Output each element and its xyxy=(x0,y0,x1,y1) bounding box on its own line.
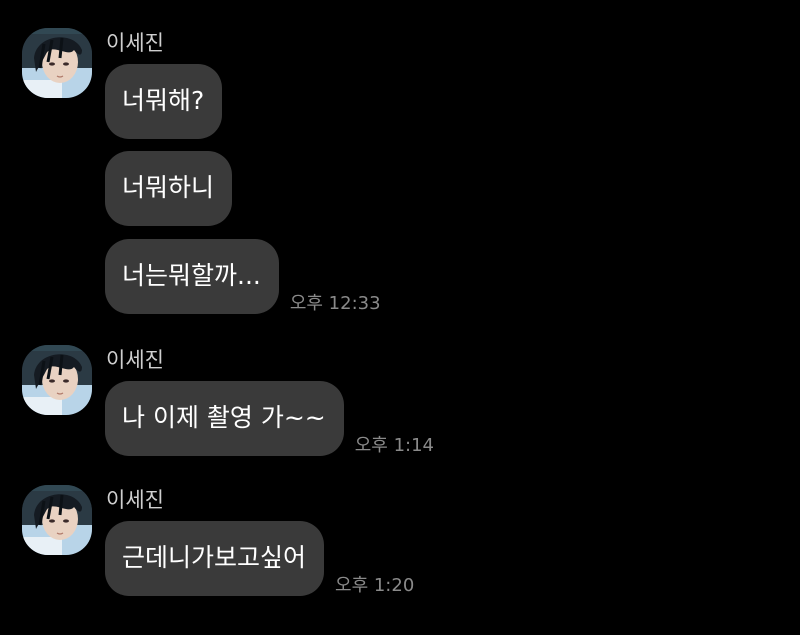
message-bubble[interactable]: 너는뭐할까... xyxy=(105,239,279,314)
message-timestamp: 오후 1:14 xyxy=(354,435,435,456)
message-timestamp: 오후 12:33 xyxy=(289,293,381,314)
sender-name: 이세진 xyxy=(106,31,164,55)
profile-photo-icon xyxy=(22,28,92,98)
message-row: 너뭐하니 xyxy=(105,151,233,226)
avatar[interactable] xyxy=(22,485,92,555)
sender-name: 이세진 xyxy=(106,348,164,372)
profile-photo-icon xyxy=(22,345,92,415)
message-row: 너뭐해? xyxy=(105,64,223,139)
message-timestamp: 오후 1:20 xyxy=(335,575,415,596)
avatar[interactable] xyxy=(22,28,92,98)
message-bubble[interactable]: 나 이제 촬영 가~~ xyxy=(105,381,344,456)
message-row: 너는뭐할까... 오후 12:33 xyxy=(105,239,381,314)
message-row: 나 이제 촬영 가~~ 오후 1:14 xyxy=(105,381,434,456)
profile-photo-icon xyxy=(22,485,92,555)
message-bubble[interactable]: 너뭐하니 xyxy=(105,151,233,226)
message-bubble[interactable]: 근데니가보고싶어 xyxy=(105,521,325,596)
sender-name: 이세진 xyxy=(106,488,164,512)
message-row: 근데니가보고싶어 오후 1:20 xyxy=(105,521,414,596)
chat-view: 이세진 너뭐해? 너뭐하니 너는뭐할까... 오후 12:33 이세진 나 이제… xyxy=(0,0,800,635)
avatar[interactable] xyxy=(22,345,92,415)
message-bubble[interactable]: 너뭐해? xyxy=(105,64,223,139)
